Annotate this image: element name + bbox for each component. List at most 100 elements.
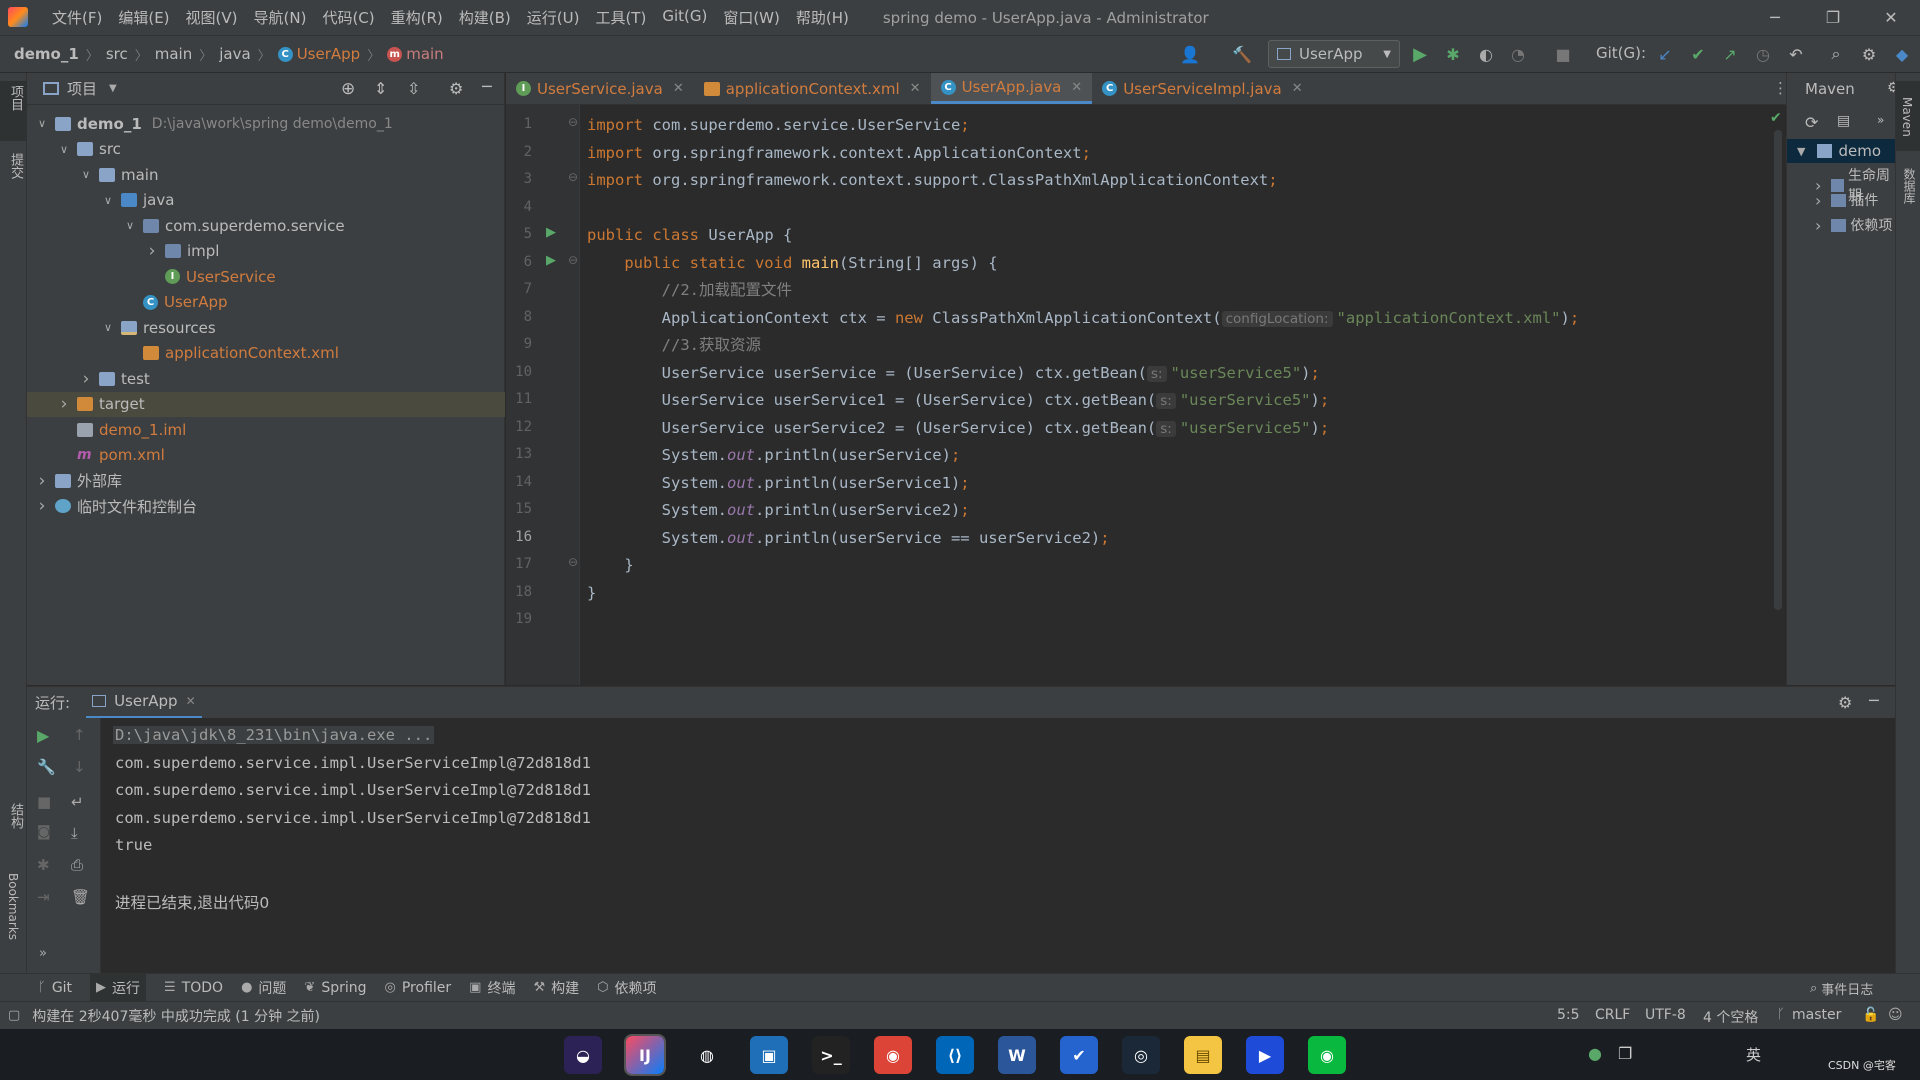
more-icon[interactable]: » xyxy=(1877,113,1884,127)
tool-window-button[interactable]: ▶ 运行 xyxy=(90,974,147,1001)
intellij-icon[interactable]: IJ xyxy=(624,1034,666,1076)
plugin-icon[interactable]: ◆ xyxy=(1892,44,1912,64)
maven-root-row[interactable]: ▼ demo xyxy=(1787,139,1896,163)
tree-node[interactable]: › 临时文件和控制台 xyxy=(27,494,505,519)
chevron-down-icon[interactable]: ▼ xyxy=(109,83,117,94)
restore-button[interactable]: ❐ xyxy=(1804,0,1862,35)
inspection-icon[interactable]: ☺ xyxy=(1888,1007,1903,1023)
menu-item[interactable]: 编辑(E) xyxy=(110,7,177,28)
status-toggle-icon[interactable]: ▢ xyxy=(8,1008,20,1023)
lock-icon[interactable]: 🔓 xyxy=(1862,1007,1879,1023)
tree-node[interactable]: applicationContext.xml xyxy=(27,341,505,366)
close-tab-icon[interactable]: ✕ xyxy=(1071,80,1082,95)
wechat-tray-icon[interactable]: ● xyxy=(1588,1044,1602,1063)
stop-icon[interactable]: ■ xyxy=(37,793,51,811)
menu-item[interactable]: 帮助(H) xyxy=(788,7,857,28)
ime-indicator[interactable]: 英 xyxy=(1746,1044,1761,1065)
tree-node[interactable]: ∨ main xyxy=(27,162,505,187)
rollback-icon[interactable]: ↶ xyxy=(1786,44,1806,64)
remote-desktop-icon[interactable]: ▣ xyxy=(750,1036,788,1074)
project-panel-title[interactable]: 项目 xyxy=(67,78,97,99)
chevron-down-icon[interactable]: ∨ xyxy=(101,321,115,334)
breadcrumb-item[interactable]: java xyxy=(219,45,250,64)
database-tool-label[interactable]: 数据库 xyxy=(1901,168,1918,204)
fold-marker-icon[interactable]: ⊖ xyxy=(568,115,578,129)
git-update-icon[interactable]: ↙ xyxy=(1655,44,1675,64)
editor-scrollbar[interactable] xyxy=(1774,130,1782,610)
editor-tab[interactable]: I UserService.java ✕ xyxy=(506,73,694,104)
git-push-icon[interactable]: ↗ xyxy=(1720,44,1740,64)
run-gutter-icon[interactable]: ▶ xyxy=(546,253,556,268)
chevron-right-icon[interactable]: › xyxy=(145,241,159,261)
close-tab-icon[interactable]: ✕ xyxy=(673,81,684,96)
tree-node[interactable]: › test xyxy=(27,366,505,391)
chrome-icon[interactable]: ◉ xyxy=(874,1036,912,1074)
close-tab-icon[interactable]: ✕ xyxy=(910,81,921,96)
coverage-icon[interactable]: ◐ xyxy=(1476,44,1496,64)
steam-icon[interactable]: ◎ xyxy=(1122,1036,1160,1074)
menu-item[interactable]: 运行(U) xyxy=(519,7,588,28)
profile-icon[interactable]: ◔ xyxy=(1508,44,1528,64)
breadcrumb-item[interactable]: src xyxy=(106,45,128,64)
menu-item[interactable]: 代码(C) xyxy=(314,7,382,28)
close-tab-icon[interactable]: ✕ xyxy=(1292,81,1303,96)
menu-item[interactable]: 视图(V) xyxy=(178,7,246,28)
run-gutter-icon[interactable]: ▶ xyxy=(546,225,556,240)
run-tab[interactable]: UserApp ✕ xyxy=(86,687,202,719)
chevron-right-icon[interactable]: › xyxy=(79,369,93,389)
history-icon[interactable]: ◷ xyxy=(1753,44,1773,64)
tool-window-button[interactable]: ⬡ 依赖项 xyxy=(597,974,656,1001)
structure-tool-label[interactable]: 结构 xyxy=(6,803,25,829)
editor-tab[interactable]: applicationContext.xml ✕ xyxy=(694,73,931,104)
tool-window-button[interactable]: ᚴ Git xyxy=(38,974,72,1001)
indent-setting[interactable]: 4 个空格 xyxy=(1703,1007,1758,1027)
run-settings-icon[interactable]: ⚙ xyxy=(1838,693,1852,712)
debug-icon[interactable]: ✱ xyxy=(1443,44,1463,64)
code-editor[interactable]: import com.superdemo.service.UserService… xyxy=(581,105,1786,685)
fold-marker-icon[interactable]: ⊖ xyxy=(568,555,578,569)
minimize-button[interactable]: ─ xyxy=(1746,0,1804,35)
eclipse-icon[interactable]: ◒ xyxy=(564,1036,602,1074)
no-problems-check-icon[interactable]: ✔ xyxy=(1770,110,1782,126)
search-icon[interactable]: ⌕ xyxy=(1826,44,1846,64)
chevron-right-icon[interactable]: › xyxy=(35,471,49,491)
file-encoding[interactable]: UTF-8 xyxy=(1645,1007,1686,1023)
chevron-down-icon[interactable]: ∨ xyxy=(101,194,115,207)
menu-item[interactable]: 构建(B) xyxy=(451,7,519,28)
tool-window-button[interactable]: ● 问题 xyxy=(241,974,286,1001)
up-arrow-icon[interactable]: ↑ xyxy=(73,726,86,744)
chevron-right-icon[interactable]: › xyxy=(57,394,71,414)
menu-item[interactable]: 导航(N) xyxy=(246,7,315,28)
scroll-to-end-icon[interactable]: ⤓ xyxy=(71,824,78,842)
chevron-down-icon[interactable]: ∨ xyxy=(57,143,71,156)
expand-all-icon[interactable]: ⇕ xyxy=(374,79,387,98)
menu-item[interactable]: 重构(R) xyxy=(383,7,451,28)
tool-window-button[interactable]: ◎ Profiler xyxy=(385,974,452,1001)
more-icon[interactable]: » xyxy=(39,946,47,961)
menu-item[interactable]: 工具(T) xyxy=(587,7,654,28)
tool-window-button[interactable]: ☰ TODO xyxy=(164,974,223,1001)
camera-icon[interactable]: ◙ xyxy=(37,824,51,840)
chevron-down-icon[interactable]: ∨ xyxy=(79,168,93,181)
tool-window-button[interactable]: ❦ Spring xyxy=(304,974,366,1001)
soft-wrap-icon[interactable]: ↵ xyxy=(71,793,84,811)
caret-position[interactable]: 5:5 xyxy=(1557,1007,1580,1023)
maven-tool-button[interactable]: Maven xyxy=(1896,81,1920,151)
wrench-icon[interactable]: 🔧 xyxy=(37,758,56,776)
close-icon[interactable]: ✕ xyxy=(186,694,196,708)
reload-icon[interactable]: ⟳ xyxy=(1805,113,1818,132)
tree-node[interactable]: ∨ java xyxy=(27,188,505,213)
tool-window-button[interactable]: ▣ 终端 xyxy=(469,974,515,1001)
tree-node[interactable]: › target xyxy=(27,391,505,417)
settings-gear-icon[interactable]: ⚙ xyxy=(1859,44,1879,64)
terminal-icon[interactable]: >_ xyxy=(812,1036,850,1074)
editor-tab[interactable]: C UserServiceImpl.java ✕ xyxy=(1092,73,1312,104)
file-explorer-icon[interactable]: ▤ xyxy=(1184,1036,1222,1074)
add-maven-project-icon[interactable]: ▤ xyxy=(1837,113,1850,129)
chevron-down-icon[interactable]: ∨ xyxy=(123,219,137,232)
run-config-select[interactable]: UserApp ▼ xyxy=(1268,40,1400,68)
tree-node[interactable]: C UserApp xyxy=(27,290,505,315)
editor-tab[interactable]: C UserApp.java ✕ xyxy=(930,73,1093,104)
collapse-all-icon[interactable]: ⇳ xyxy=(407,79,420,98)
run-icon[interactable]: ▶ xyxy=(1410,44,1430,65)
